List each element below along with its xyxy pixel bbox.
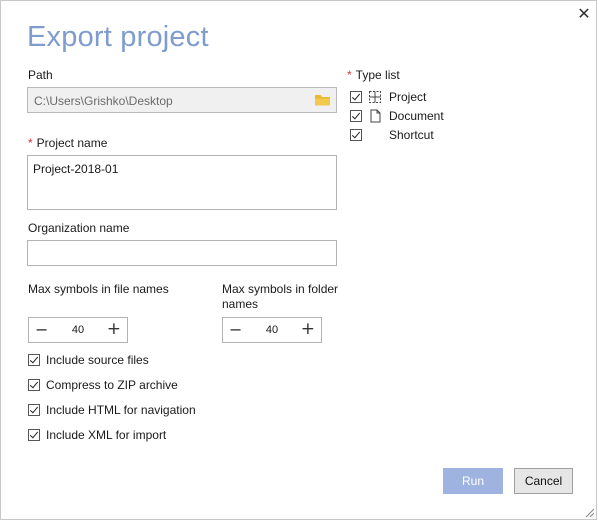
- project-icon: [369, 91, 381, 103]
- increment-button[interactable]: +: [107, 319, 121, 339]
- required-mark: *: [347, 68, 352, 82]
- type-item-label: Project: [389, 90, 427, 104]
- project-name-label: * Project name: [28, 136, 107, 150]
- checkbox[interactable]: [28, 429, 40, 441]
- checkbox[interactable]: [350, 110, 362, 122]
- option-include-xml[interactable]: Include XML for import: [28, 427, 166, 443]
- required-mark: *: [28, 136, 33, 150]
- checkbox[interactable]: [28, 404, 40, 416]
- type-list-label-text: Type list: [355, 68, 400, 82]
- max-folder-symbols-stepper[interactable]: − 40 +: [222, 317, 322, 343]
- option-include-html[interactable]: Include HTML for navigation: [28, 402, 196, 418]
- dialog-title: Export project: [27, 21, 209, 53]
- type-item-label: Document: [389, 109, 444, 123]
- type-item-project[interactable]: Project: [350, 89, 426, 105]
- type-item-document[interactable]: Document: [350, 108, 444, 124]
- option-compress-zip[interactable]: Compress to ZIP archive: [28, 377, 178, 393]
- type-item-shortcut[interactable]: Shortcut: [350, 127, 434, 143]
- max-file-symbols-label: Max symbols in file names: [28, 282, 169, 296]
- checkbox[interactable]: [28, 354, 40, 366]
- option-label: Include source files: [46, 353, 149, 367]
- organization-name-label: Organization name: [28, 221, 130, 235]
- document-icon: [370, 109, 381, 123]
- option-label: Include HTML for navigation: [46, 403, 196, 417]
- max-folder-symbols-label: Max symbols in folder names: [222, 282, 339, 311]
- checkbox[interactable]: [350, 129, 362, 141]
- option-label: Include XML for import: [46, 428, 167, 442]
- project-name-field[interactable]: Project-2018-01: [27, 155, 337, 210]
- increment-button[interactable]: +: [301, 319, 315, 339]
- project-name-label-text: Project name: [36, 136, 108, 150]
- organization-name-field[interactable]: [27, 240, 337, 266]
- type-list-label: * Type list: [347, 68, 400, 82]
- checkbox[interactable]: [28, 379, 40, 391]
- folder-icon[interactable]: [315, 94, 330, 106]
- path-value: C:\Users\Grishko\Desktop: [34, 94, 173, 108]
- resize-grip-icon[interactable]: [584, 507, 594, 517]
- type-item-label: Shortcut: [389, 128, 434, 142]
- option-include-source-files[interactable]: Include source files: [28, 352, 149, 368]
- shortcut-icon-placeholder: [368, 128, 382, 142]
- path-field[interactable]: C:\Users\Grishko\Desktop: [27, 87, 337, 113]
- checkbox[interactable]: [350, 91, 362, 103]
- cancel-button[interactable]: Cancel: [514, 468, 573, 494]
- export-project-dialog: ✕ Export project Path C:\Users\Grishko\D…: [0, 0, 597, 520]
- option-label: Compress to ZIP archive: [46, 378, 178, 392]
- path-label: Path: [28, 68, 53, 82]
- run-button[interactable]: Run: [443, 468, 503, 494]
- close-button[interactable]: ✕: [575, 5, 593, 23]
- max-file-symbols-stepper[interactable]: − 40 +: [28, 317, 128, 343]
